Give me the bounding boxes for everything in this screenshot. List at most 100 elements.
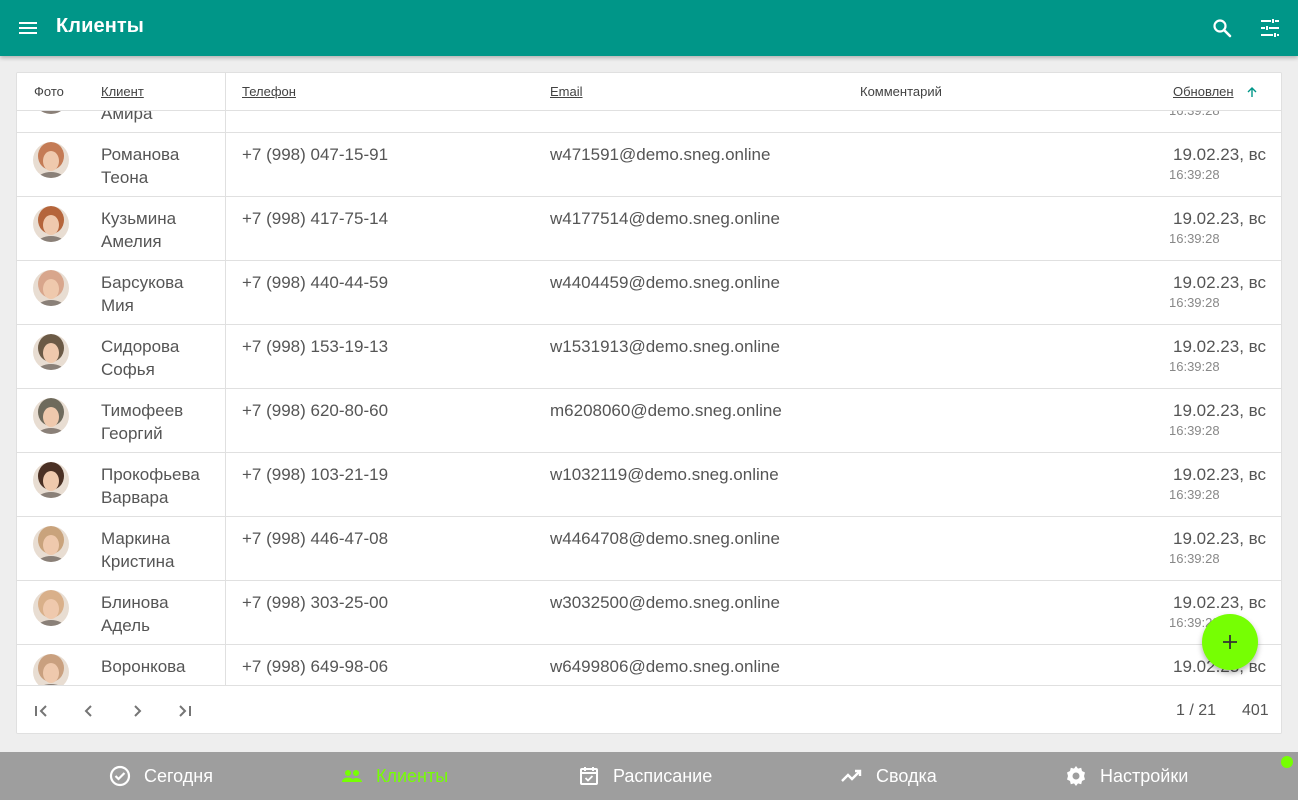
table-row[interactable]: Тимофеев Георгий +7 (998) 620-80-60 m620806… (17, 389, 1281, 453)
arrow-up-icon (1247, 87, 1257, 97)
nav-item-today-label: Сегодня (144, 766, 213, 786)
avatar (33, 142, 69, 178)
client-email: w6499806@demo.sneg.online (550, 657, 780, 676)
column-header-comment: Комментарий (860, 84, 942, 99)
client-last-name: Прокофьева (101, 465, 200, 484)
client-first-name: Амелия (101, 232, 162, 251)
column-divider (225, 73, 226, 685)
table-row[interactable]: Романова Теона +7 (998) 047-15-91 w471591@d… (17, 133, 1281, 197)
table-row[interactable]: Воронкова +7 (998) 649-98-06 w6499806@demo… (17, 645, 1281, 685)
avatar (33, 590, 69, 626)
updated-date: 19.02.23, вс (1173, 209, 1266, 228)
page-indicator: 1 / 21 (1176, 702, 1217, 719)
client-first-name: Адель (101, 616, 150, 635)
client-phone: +7 (998) 620-80-60 (242, 401, 389, 420)
client-phone: +7 (998) 440-44-59 (242, 273, 389, 292)
client-name: Романова Теона (101, 143, 221, 189)
add-client-button[interactable] (1202, 614, 1258, 670)
client-email: w1531913@demo.sneg.online (550, 337, 780, 356)
client-first-name: Георгий (101, 424, 163, 443)
updated-date: 19.02.23, вс (1173, 273, 1266, 292)
updated-time: 16:39:28 (1169, 231, 1220, 246)
connection-status-indicator (1281, 756, 1293, 768)
updated-date: 19.02.23, вс (1173, 145, 1266, 164)
table-row[interactable]: Кузьмина Амелия +7 (998) 417-75-14 w4177514… (17, 197, 1281, 261)
client-name: ФилатоваАмира (101, 111, 221, 125)
client-last-name: Воронкова (101, 657, 186, 676)
chevron-right-icon[interactable] (125, 699, 149, 723)
client-name: Блинова Адель (101, 591, 221, 637)
trending-up-icon (841, 769, 862, 782)
app-bar: Клиенты (0, 0, 1298, 56)
client-first-name: Теона (101, 168, 149, 187)
client-last-name: Блинова (101, 593, 169, 612)
nav-item-schedule-label: Расписание (613, 766, 713, 786)
column-header-client[interactable]: Клиент (101, 84, 144, 99)
client-first-name: Кристина (101, 552, 175, 571)
table-body[interactable]: ФилатоваАмира+7 (998) 210-57-05w2105705@… (17, 111, 1281, 685)
client-phone: +7 (998) 649-98-06 (242, 657, 389, 676)
avatar (33, 206, 69, 242)
total-count: 401 (1242, 702, 1269, 719)
nav-item-clients-label: Клиенты (376, 766, 449, 786)
column-header-email-label: Email (550, 84, 583, 99)
table-row[interactable]: Прокофьева Варвара +7 (998) 103-21-19 w1032… (17, 453, 1281, 517)
gear-icon (1067, 766, 1085, 786)
table-row[interactable]: Барсукова Мия +7 (998) 440-44-59 w4404459@d… (17, 261, 1281, 325)
client-phone: +7 (998) 303-25-00 (242, 593, 389, 612)
people-icon (342, 770, 362, 782)
column-header-photo: Фото (34, 84, 64, 99)
table-row[interactable]: Блинова Адель +7 (998) 303-25-00 w3032500@d… (17, 581, 1281, 645)
updated-time: 16:39:28 (1169, 359, 1220, 374)
avatar (33, 462, 69, 498)
plus-icon (1223, 635, 1237, 649)
client-email: m6208060@demo.sneg.online (550, 401, 782, 420)
client-last-name: Кузьмина (101, 209, 177, 228)
column-header-client-label: Клиент (101, 84, 144, 99)
client-last-name: Сидорова (101, 337, 180, 356)
client-email: w1032119@demo.sneg.online (550, 465, 779, 484)
table-row[interactable]: Сидорова Софья +7 (998) 153-19-13 w1531913@… (17, 325, 1281, 389)
client-first-name: Варвара (101, 488, 169, 507)
client-name: Кузьмина Амелия (101, 207, 221, 253)
updated-time: 16:39:28 (1169, 167, 1220, 182)
client-email: w3032500@demo.sneg.online (550, 593, 780, 612)
column-header-updated-label: Обновлен (1173, 84, 1234, 99)
updated-date: 19.02.23, вс (1173, 529, 1266, 548)
table-row[interactable]: ФилатоваАмира+7 (998) 210-57-05w2105705@… (17, 111, 1281, 133)
updated-date: 19.02.23, вс (1173, 401, 1266, 420)
client-phone: +7 (998) 103-21-19 (242, 465, 389, 484)
avatar (33, 334, 69, 370)
client-name: Воронкова (101, 655, 221, 678)
tune-icon[interactable] (1258, 16, 1282, 40)
chevron-left-icon[interactable] (77, 699, 101, 723)
calendar-check-icon (580, 767, 598, 785)
last-page-icon[interactable] (173, 699, 197, 723)
page-title: Клиенты (56, 15, 144, 37)
first-page-icon[interactable] (29, 699, 53, 723)
client-name: Маркина Кристина (101, 527, 221, 573)
menu-icon[interactable] (16, 16, 40, 40)
column-header-phone[interactable]: Телефон (242, 84, 296, 99)
avatar (33, 111, 69, 114)
client-phone: +7 (998) 153-19-13 (242, 337, 389, 356)
table-row[interactable]: Маркина Кристина +7 (998) 446-47-08 w446470… (17, 517, 1281, 581)
updated-date: 19.02.23, вс (1173, 465, 1266, 484)
updated-time: 16:39:28 (1169, 111, 1220, 118)
updated-date: 19.02.23, вс (1173, 337, 1266, 356)
client-last-name: Маркина (101, 529, 171, 548)
nav-item-summary-label: Сводка (876, 766, 937, 786)
table-header: Фото Клиент Телефон Email Комментарий Об… (17, 73, 1281, 111)
avatar (33, 654, 69, 685)
client-name: Прокофьева Варвара (101, 463, 221, 509)
avatar (33, 270, 69, 306)
search-icon[interactable] (1210, 16, 1234, 40)
avatar (33, 398, 69, 434)
nav-item-settings-label: Настройки (1100, 766, 1189, 786)
bottom-navigation: Сегодня Клиенты Расписание Сводка Настро… (0, 752, 1298, 800)
client-email: w4464708@demo.sneg.online (550, 529, 780, 548)
client-last-name: Романова (101, 145, 180, 164)
clients-table: Фото Клиент Телефон Email Комментарий Об… (16, 72, 1282, 734)
column-header-email[interactable]: Email (550, 84, 583, 99)
column-header-updated[interactable]: Обновлен (1173, 84, 1257, 99)
